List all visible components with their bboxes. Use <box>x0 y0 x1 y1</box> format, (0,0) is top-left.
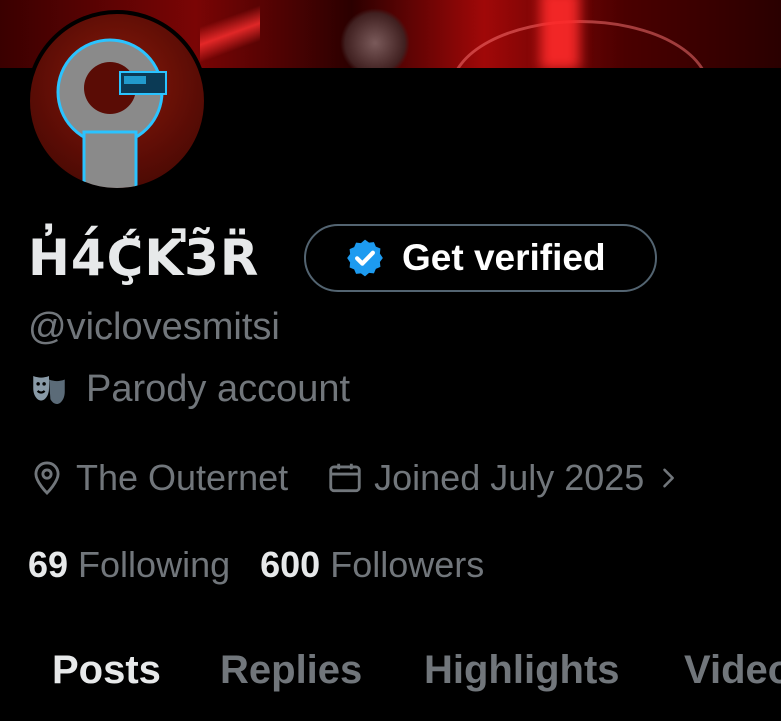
chevron-right-icon <box>663 468 675 488</box>
banner-ring <box>340 8 410 68</box>
tab-replies[interactable]: Replies <box>220 648 362 693</box>
display-name-row: H̓4́Ḉ̆K̚3̃R̈ <box>28 222 259 294</box>
followers-link[interactable]: 600 Followers <box>260 544 484 586</box>
avatar[interactable] <box>26 10 208 192</box>
profile-meta-row: The Outernet Joined July 2025 <box>28 457 682 499</box>
banner-glow <box>540 0 580 68</box>
followers-label: Followers <box>330 544 485 585</box>
parody-label-row: Parody account <box>28 368 350 411</box>
avatar-keyhole-graphic <box>56 38 167 188</box>
joined-item[interactable]: Joined July 2025 <box>326 457 682 499</box>
calendar-icon <box>329 463 361 493</box>
profile-handle: @viclovesmitsi <box>28 306 280 348</box>
parody-label: Parody account <box>86 368 351 410</box>
followers-count: 600 <box>260 544 321 585</box>
profile-tabs: Posts Replies Highlights Videos <box>0 648 781 708</box>
joined-text: Joined July 2025 <box>374 457 645 498</box>
following-count: 69 <box>28 544 69 585</box>
location-item: The Outernet <box>28 457 288 499</box>
tab-highlights[interactable]: Highlights <box>424 648 620 693</box>
location-pin-icon <box>34 461 60 496</box>
tab-posts[interactable]: Posts <box>52 648 161 693</box>
location-text: The Outernet <box>76 457 289 498</box>
theater-mask-icon <box>33 375 65 404</box>
following-link[interactable]: 69 Following <box>28 544 230 586</box>
get-verified-button[interactable]: Get verified <box>304 224 657 292</box>
tab-videos[interactable]: Videos <box>684 648 781 693</box>
follow-stats: 69 Following 600 Followers <box>28 544 484 586</box>
banner-streak <box>200 0 260 68</box>
display-name: H̓4́Ḉ̆K̚3̃R̈ <box>28 229 260 287</box>
get-verified-label: Get verified <box>402 237 606 278</box>
banner-ring-outline <box>450 20 710 68</box>
verified-badge-icon <box>347 239 383 277</box>
following-label: Following <box>78 544 231 585</box>
